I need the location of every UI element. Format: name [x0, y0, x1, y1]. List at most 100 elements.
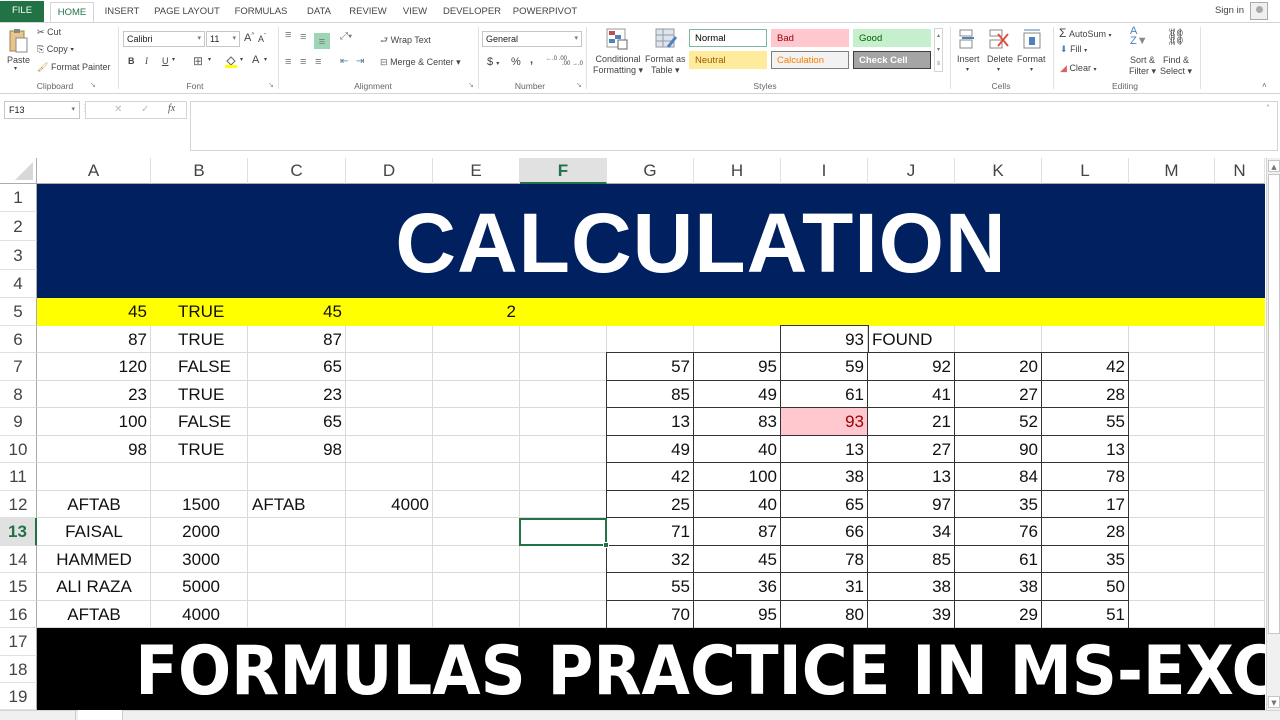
cell-b9[interactable]: FALSE — [151, 408, 248, 436]
cell-b5[interactable]: TRUE — [151, 298, 248, 326]
fill-color-button[interactable] — [224, 54, 238, 68]
row-header-8[interactable]: 8 — [0, 380, 37, 408]
cell-c12[interactable]: AFTAB — [248, 491, 346, 519]
matrix-cell[interactable]: 13 — [781, 436, 868, 464]
align-middle-icon[interactable]: ≡ — [300, 31, 306, 43]
fill-handle[interactable] — [603, 542, 609, 548]
format-dropdown-icon[interactable]: ▾ — [1030, 66, 1033, 73]
matrix-cell[interactable]: 17 — [1042, 491, 1129, 519]
cell-b7[interactable]: FALSE — [151, 353, 248, 381]
matrix-cell[interactable]: 42 — [1042, 353, 1129, 381]
font-color-button[interactable]: A — [252, 54, 259, 66]
currency-button[interactable]: $ ▾ — [487, 56, 499, 68]
column-header-e[interactable]: E — [433, 158, 520, 184]
row-header-7[interactable]: 7 — [0, 353, 37, 381]
borders-dropdown-icon[interactable]: ▾ — [208, 56, 211, 63]
matrix-cell[interactable]: 38 — [955, 573, 1042, 601]
column-header-j[interactable]: J — [868, 158, 955, 184]
cut-button[interactable]: ✂ Cut — [37, 27, 61, 38]
tab-review[interactable]: REVIEW — [346, 2, 390, 22]
row-header-14[interactable]: 14 — [0, 545, 37, 573]
matrix-cell[interactable]: 57 — [607, 353, 694, 381]
delete-dropdown-icon[interactable]: ▾ — [997, 66, 1000, 73]
number-launcher-icon[interactable]: ↘ — [576, 81, 582, 89]
orientation-icon[interactable]: ⤢▾ — [340, 31, 352, 42]
shrink-font-button[interactable]: Aˇ — [258, 34, 266, 44]
cell-a7[interactable]: 120 — [37, 353, 151, 381]
matrix-cell[interactable]: 13 — [607, 408, 694, 436]
column-header-l[interactable]: L — [1042, 158, 1129, 184]
decrease-decimal-button[interactable]: .00 →.0 — [562, 61, 583, 67]
align-right-icon[interactable]: ≡ — [315, 56, 321, 68]
tab-page-layout[interactable]: PAGE LAYOUT — [150, 2, 224, 22]
row-header-10[interactable]: 10 — [0, 435, 37, 463]
user-avatar-icon[interactable] — [1250, 2, 1268, 20]
delete-button[interactable]: Delete — [987, 54, 1013, 64]
cell-b13[interactable]: 2000 — [151, 518, 248, 546]
cell-c10[interactable]: 98 — [248, 436, 346, 464]
cell-b14[interactable]: 3000 — [151, 546, 248, 574]
paste-label[interactable]: Paste — [7, 55, 30, 65]
row-header-18[interactable]: 18 — [0, 656, 37, 683]
row-header-3[interactable]: 3 — [0, 241, 37, 270]
percent-button[interactable]: % — [511, 56, 521, 68]
column-header-n[interactable]: N — [1215, 158, 1265, 184]
paste-dropdown-icon[interactable]: ▾ — [14, 65, 17, 72]
cell-a13[interactable]: FAISAL — [37, 518, 151, 546]
row-header-4[interactable]: 4 — [0, 270, 37, 298]
row-header-19[interactable]: 19 — [0, 683, 37, 710]
matrix-cell[interactable]: 27 — [868, 436, 955, 464]
row-header-11[interactable]: 11 — [0, 463, 37, 491]
cell-i6[interactable]: 93 — [781, 326, 868, 354]
matrix-cell[interactable]: 87 — [694, 518, 781, 546]
matrix-cell[interactable]: 38 — [781, 463, 868, 491]
cell-c5[interactable]: 45 — [248, 298, 346, 326]
matrix-cell[interactable]: 85 — [607, 381, 694, 409]
matrix-cell[interactable]: 28 — [1042, 381, 1129, 409]
column-header-h[interactable]: H — [694, 158, 781, 184]
formula-input[interactable] — [190, 101, 1278, 151]
vertical-scrollbar[interactable]: ▲ ▼ — [1266, 158, 1280, 710]
fill-color-dropdown-icon[interactable]: ▾ — [240, 56, 243, 63]
cell-a9[interactable]: 100 — [37, 408, 151, 436]
clear-button[interactable]: ◢ Clear ▾ — [1060, 63, 1096, 74]
style-neutral[interactable]: Neutral — [689, 51, 767, 69]
fill-button[interactable]: ⬇ Fill ▾ — [1060, 44, 1087, 55]
matrix-cell[interactable]: 35 — [955, 491, 1042, 519]
column-header-b[interactable]: B — [151, 158, 248, 184]
sheet-nav[interactable] — [0, 710, 76, 720]
tab-powerpivot[interactable]: POWERPIVOT — [510, 2, 580, 22]
grow-font-button[interactable]: A^ — [244, 32, 254, 44]
underline-dropdown-icon[interactable]: ▾ — [172, 56, 175, 63]
style-bad[interactable]: Bad — [771, 29, 849, 47]
align-bottom-icon[interactable]: ≡ — [314, 33, 330, 49]
column-header-d[interactable]: D — [346, 158, 433, 184]
column-header-c[interactable]: C — [248, 158, 346, 184]
matrix-cell[interactable]: 25 — [607, 491, 694, 519]
matrix-cell[interactable]: 40 — [694, 436, 781, 464]
matrix-cell[interactable]: 35 — [1042, 546, 1129, 574]
clipboard-launcher-icon[interactable]: ↘ — [90, 81, 96, 89]
insert-function-icon[interactable]: fx — [168, 103, 175, 114]
matrix-cell[interactable]: 80 — [781, 601, 868, 629]
matrix-cell[interactable]: 49 — [694, 381, 781, 409]
matrix-cell[interactable]: 32 — [607, 546, 694, 574]
merge-center-button[interactable]: ⊟ Merge & Center ▾ — [380, 57, 461, 68]
matrix-cell[interactable]: 39 — [868, 601, 955, 629]
row-header-9[interactable]: 9 — [0, 408, 37, 436]
column-header-i[interactable]: I — [781, 158, 868, 184]
paste-button[interactable] — [8, 28, 28, 54]
scroll-up-icon[interactable]: ▲ — [1268, 160, 1280, 172]
matrix-cell[interactable]: 66 — [781, 518, 868, 546]
tab-home[interactable]: HOME — [50, 2, 94, 22]
matrix-cell[interactable]: 90 — [955, 436, 1042, 464]
alignment-launcher-icon[interactable]: ↘ — [468, 81, 474, 89]
format-cells-icon[interactable] — [1021, 28, 1043, 50]
format-as-table-button[interactable]: Format as Table ▾ — [645, 54, 686, 76]
column-header-f[interactable]: F — [520, 158, 607, 184]
cell-b12[interactable]: 1500 — [151, 491, 248, 519]
align-center-icon[interactable]: ≡ — [300, 56, 306, 68]
cell-j6[interactable]: FOUND — [868, 326, 955, 354]
sign-in-link[interactable]: Sign in — [1215, 5, 1244, 16]
select-all-button[interactable] — [0, 158, 37, 184]
